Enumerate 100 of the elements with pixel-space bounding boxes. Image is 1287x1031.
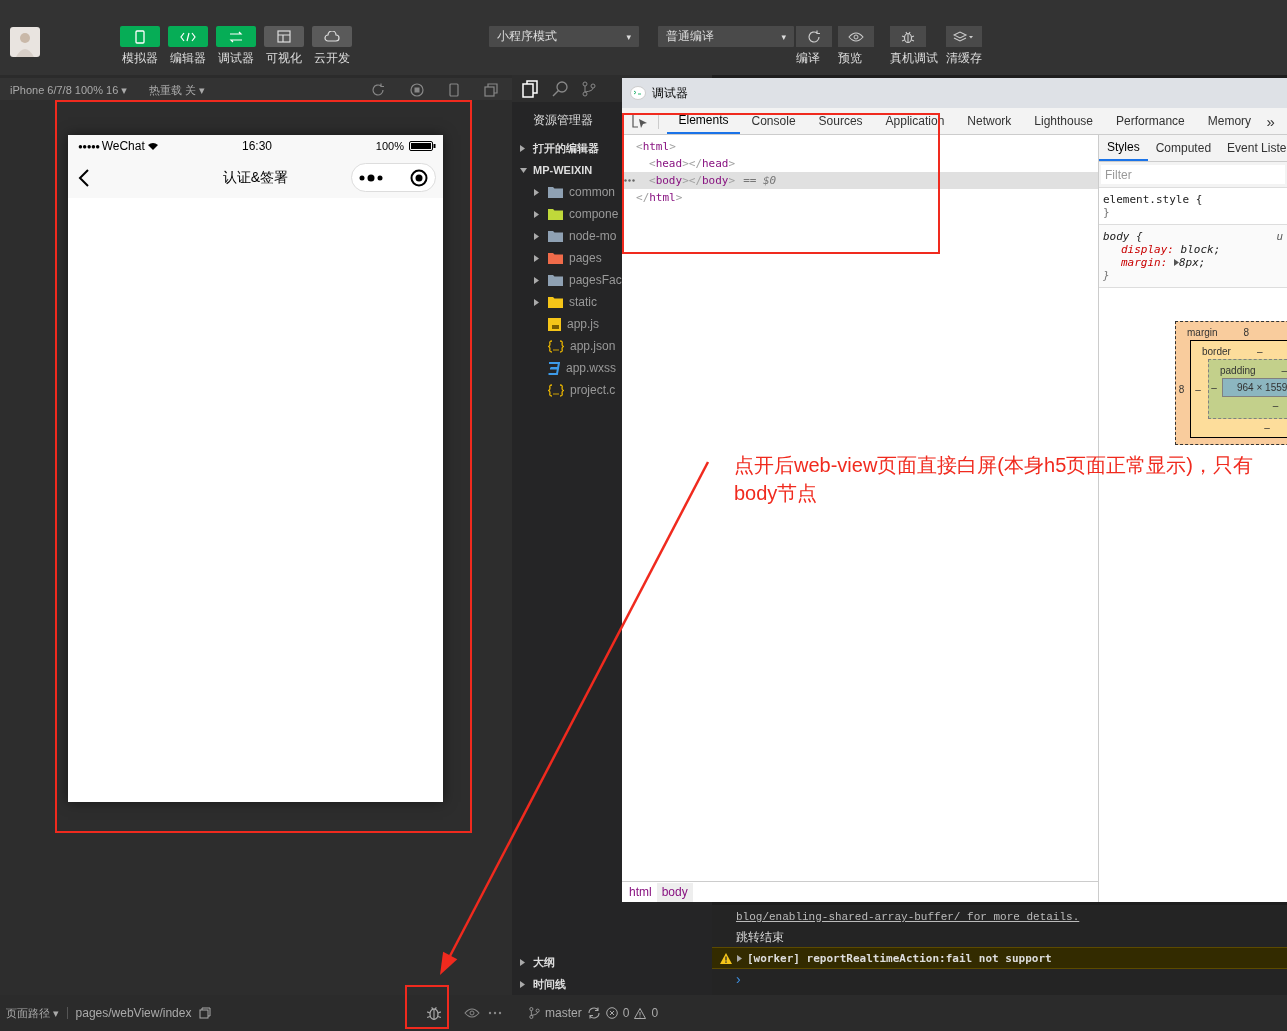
more-icon[interactable] xyxy=(358,173,383,182)
warning-icon xyxy=(720,952,732,964)
inspect-icon[interactable] xyxy=(632,113,648,129)
styles-tab[interactable]: Event Liste xyxy=(1219,135,1287,161)
css-declaration[interactable]: margin: 8px; xyxy=(1103,256,1283,269)
caret-icon xyxy=(534,298,539,306)
branch-icon[interactable] xyxy=(529,1006,540,1020)
copy-icon[interactable] xyxy=(199,1007,212,1019)
devtools-tab[interactable]: Lighthouse xyxy=(1022,108,1105,134)
annotation-text: 点开后web-view页面直接白屏(本身h5页面正常显示)，只有body节点 xyxy=(734,453,1254,506)
filter-field[interactable]: Filter xyxy=(1101,165,1285,184)
dom-node[interactable]: <body></body> xyxy=(649,174,736,187)
css-brace: } xyxy=(1103,206,1111,219)
layers-icon xyxy=(953,30,975,43)
caret-icon xyxy=(534,210,539,218)
error-count: 0 xyxy=(622,1006,630,1020)
dom-node[interactable]: </html> xyxy=(636,191,683,204)
devtools-tab[interactable]: Console xyxy=(740,108,808,134)
css-declaration[interactable]: display: block; xyxy=(1103,243,1283,256)
highlight-box xyxy=(405,985,449,1029)
git-branch[interactable]: master xyxy=(545,1006,582,1020)
file-tree-item[interactable]: pagesFac xyxy=(512,269,622,291)
file-tree-item[interactable]: pages xyxy=(512,247,602,269)
refresh-icon xyxy=(807,29,821,44)
file-tree-item[interactable]: compone xyxy=(512,203,619,225)
file-tree-item[interactable]: project.c xyxy=(512,379,616,401)
box-model-content: 964 × 1559 xyxy=(1222,378,1287,397)
more-tabs-button[interactable]: » xyxy=(1266,112,1275,130)
sync-icon[interactable] xyxy=(586,1007,601,1019)
file-tree-item[interactable]: app.js xyxy=(512,313,600,335)
compile-select[interactable]: 普通编译 ▾ xyxy=(658,26,794,47)
tree-section[interactable]: 大纲 xyxy=(512,951,555,973)
device-select[interactable]: iPhone 6/7/8 100% 16 ▾ xyxy=(10,83,127,97)
box-value: – xyxy=(1194,383,1202,395)
eye-icon[interactable] xyxy=(464,1008,480,1018)
box-value: 8 xyxy=(1243,327,1250,338)
file-tree-item[interactable]: app.json xyxy=(512,335,616,357)
caret-icon xyxy=(520,980,525,988)
css-brace: } xyxy=(1103,269,1111,282)
stop-icon[interactable] xyxy=(410,83,424,97)
ellipsis-icon[interactable] xyxy=(624,179,635,182)
console-link[interactable]: blog/enabling-shared-array-buffer/ for more details. xyxy=(736,911,1080,923)
page-path-select[interactable]: 页面路径 ▾ xyxy=(6,1005,59,1021)
popout-icon[interactable] xyxy=(484,83,498,97)
toolbar-action[interactable]: 预览 xyxy=(838,26,880,67)
dom-node[interactable]: <head></head> xyxy=(649,157,736,170)
styles-tab[interactable]: Computed xyxy=(1147,135,1220,161)
file-tree-item[interactable]: node-mo xyxy=(512,225,617,247)
branch-icon[interactable] xyxy=(582,80,596,97)
caret-icon[interactable] xyxy=(1174,259,1179,266)
css-file-icon xyxy=(548,361,560,375)
box-value: – xyxy=(1271,399,1280,413)
file-tree-item[interactable]: common xyxy=(512,181,615,203)
dom-node[interactable]: <html> xyxy=(636,140,676,153)
phone-icon[interactable] xyxy=(449,83,459,97)
window-title: 调试器 xyxy=(652,84,688,102)
back-icon[interactable] xyxy=(78,168,90,187)
devtools-tab[interactable]: Sources xyxy=(807,108,875,134)
js-file-icon xyxy=(548,317,561,331)
toolbar-action[interactable]: 真机调试 xyxy=(890,26,946,67)
tree-section[interactable]: MP-WEIXIN xyxy=(512,159,593,181)
css-selector: element.style { xyxy=(1103,193,1203,206)
bug-icon[interactable] xyxy=(426,1005,442,1021)
devtools-tab[interactable]: Memory xyxy=(1196,108,1263,134)
error-icon[interactable] xyxy=(605,1007,618,1019)
rule-source[interactable]: u xyxy=(1276,230,1283,243)
selected-node-marker: == $0 xyxy=(743,174,777,187)
toolbar-action[interactable]: 清缓存 xyxy=(946,26,988,67)
capsule-menu[interactable] xyxy=(351,163,436,192)
warning-icon[interactable] xyxy=(634,1007,647,1019)
devtools-tab[interactable]: Performance xyxy=(1104,108,1197,134)
toolbar-action[interactable]: 编译 xyxy=(796,26,838,67)
refresh-icon[interactable] xyxy=(371,83,385,97)
app-icon xyxy=(630,86,646,100)
hot-reload-select[interactable]: 热重载 关 ▾ xyxy=(148,82,205,98)
box-value: 8 xyxy=(1177,383,1186,395)
file-tree-item[interactable]: static xyxy=(512,291,597,313)
braces-icon xyxy=(548,339,564,353)
wifi-icon xyxy=(146,141,159,151)
signal-dots: ●●●●● xyxy=(78,141,100,151)
devtools-tab[interactable]: Elements xyxy=(667,108,741,134)
search-icon[interactable] xyxy=(552,80,568,97)
mode-select[interactable]: 小程序模式 ▾ xyxy=(489,26,639,47)
box-value: – xyxy=(1263,421,1271,435)
files-icon[interactable] xyxy=(522,79,538,98)
close-icon[interactable] xyxy=(410,168,429,187)
caret-icon[interactable] xyxy=(737,954,742,962)
box-value: – xyxy=(1256,346,1263,357)
phone-icon xyxy=(135,29,145,44)
swap-icon xyxy=(229,30,243,43)
breadcrumb-item[interactable]: html xyxy=(624,882,657,902)
file-tree-item[interactable]: app.wxss xyxy=(512,357,617,379)
tree-section[interactable]: 打开的编辑器 xyxy=(512,137,599,159)
devtools-tab[interactable]: Network xyxy=(955,108,1023,134)
console-prompt[interactable]: › xyxy=(736,971,741,987)
box-label: border xyxy=(1202,346,1231,357)
braces-icon xyxy=(548,383,564,397)
tree-section[interactable]: 时间线 xyxy=(512,973,566,995)
breadcrumb-item[interactable]: body xyxy=(656,882,693,902)
box-value: – xyxy=(1210,382,1218,393)
